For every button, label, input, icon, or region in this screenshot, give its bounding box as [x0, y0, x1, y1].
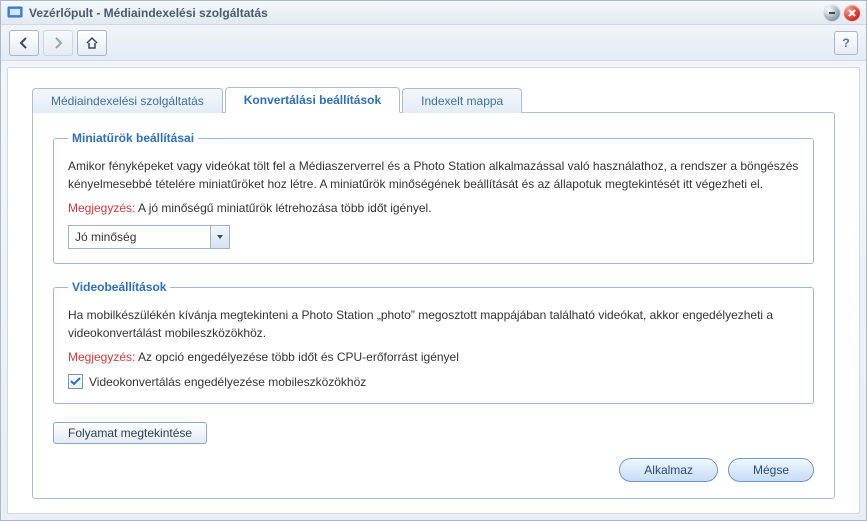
- note-label: Megjegyzés:: [68, 350, 135, 364]
- thumbnails-note: Megjegyzés: A jó minőségű miniatűrök lét…: [68, 201, 799, 215]
- window: Vezérlőpult - Médiaindexelési szolgáltat…: [0, 0, 867, 521]
- note-text: Az opció engedélyezése több időt és CPU-…: [138, 350, 459, 364]
- tab-conversion-settings[interactable]: Konvertálási beállítások: [225, 87, 400, 113]
- help-button[interactable]: ?: [834, 31, 858, 55]
- titlebar: Vezérlőpult - Médiaindexelési szolgáltat…: [1, 1, 866, 25]
- cancel-button[interactable]: Mégse: [728, 458, 814, 482]
- close-button[interactable]: [844, 5, 860, 21]
- window-title: Vezérlőpult - Médiaindexelési szolgáltat…: [29, 6, 268, 20]
- chevron-down-icon: [210, 226, 229, 248]
- video-desc: Ha mobilkészülékén kívánja megtekinteni …: [68, 306, 799, 342]
- video-legend: Videobeállítások: [68, 280, 170, 294]
- tab-panel: Miniatűrök beállításai Amikor fényképeke…: [32, 112, 835, 499]
- thumbnails-desc: Amikor fényképeket vagy videókat tölt fe…: [68, 157, 799, 193]
- video-convert-checkbox[interactable]: [68, 374, 83, 389]
- tab-indexed-folder[interactable]: Indexelt mappa: [402, 88, 522, 113]
- tab-media-indexing[interactable]: Médiaindexelési szolgáltatás: [32, 88, 223, 113]
- note-label: Megjegyzés:: [68, 201, 135, 215]
- video-group: Videobeállítások Ha mobilkészülékén kívá…: [53, 280, 814, 404]
- content-area: Médiaindexelési szolgáltatás Konvertálás…: [7, 67, 860, 514]
- video-convert-checkbox-row: Videokonvertálás engedélyezése mobileszk…: [68, 374, 799, 389]
- select-value: Jó minőség: [69, 230, 136, 244]
- tabstrip: Médiaindexelési szolgáltatás Konvertálás…: [32, 86, 835, 112]
- minimize-button[interactable]: [824, 5, 840, 21]
- thumbnails-group: Miniatűrök beállításai Amikor fényképeke…: [53, 131, 814, 264]
- thumbnail-quality-select[interactable]: Jó minőség: [68, 225, 230, 249]
- forward-button[interactable]: [43, 30, 73, 56]
- tab-label: Indexelt mappa: [421, 94, 503, 108]
- video-convert-label: Videokonvertálás engedélyezése mobileszk…: [89, 375, 366, 389]
- app-icon: [7, 5, 23, 21]
- video-note: Megjegyzés: Az opció engedélyezése több …: [68, 350, 799, 364]
- back-button[interactable]: [9, 30, 39, 56]
- footer-buttons: Alkalmaz Mégse: [53, 444, 814, 482]
- note-text: A jó minőségű miniatűrök létrehozása töb…: [138, 201, 432, 215]
- thumbnails-legend: Miniatűrök beállításai: [68, 131, 198, 145]
- view-process-button[interactable]: Folyamat megtekintése: [53, 422, 207, 444]
- apply-button[interactable]: Alkalmaz: [619, 458, 718, 482]
- tab-label: Konvertálási beállítások: [244, 93, 381, 107]
- home-button[interactable]: [77, 30, 107, 56]
- toolbar: ?: [1, 25, 866, 61]
- tab-label: Médiaindexelési szolgáltatás: [51, 94, 204, 108]
